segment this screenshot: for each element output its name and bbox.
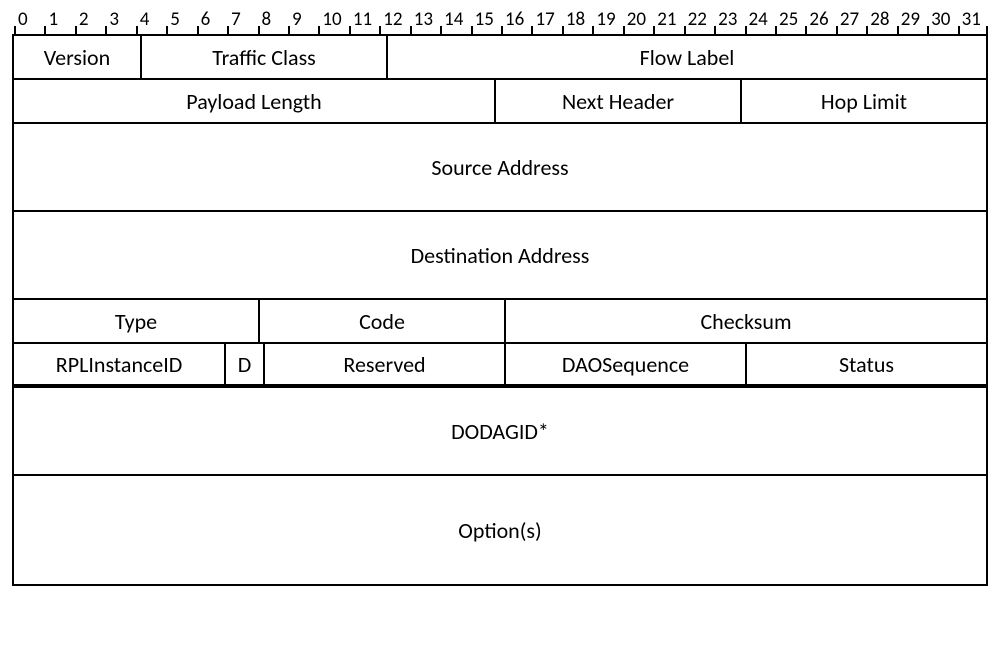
field-rpl-instance-id: RPLInstanceID [14, 344, 226, 384]
bit-label: 10 [318, 8, 348, 34]
bit-label: 2 [75, 8, 105, 34]
field-destination-address: Destination Address [14, 212, 986, 298]
field-d-flag: D [226, 344, 265, 384]
bit-label: 20 [623, 8, 653, 34]
bit-label: 18 [562, 8, 592, 34]
bit-label: 26 [805, 8, 835, 34]
packet-body: Version Traffic Class Flow Label Payload… [12, 34, 988, 586]
field-next-header: Next Header [496, 80, 742, 122]
bit-label: 31 [958, 8, 988, 34]
field-hop-limit: Hop Limit [742, 80, 986, 122]
row-source-address: Source Address [14, 124, 986, 212]
bit-label: 29 [897, 8, 927, 34]
field-flow-label: Flow Label [388, 36, 986, 78]
bit-label: 3 [105, 8, 135, 34]
bit-label: 5 [166, 8, 196, 34]
field-reserved: Reserved [265, 344, 506, 384]
bit-label: 12 [379, 8, 409, 34]
bit-label: 15 [471, 8, 501, 34]
row-ipv6-line2: Payload Length Next Header Hop Limit [14, 80, 986, 124]
bit-label: 25 [775, 8, 805, 34]
field-type: Type [14, 300, 260, 342]
bit-ruler: 0 1 2 3 4 5 6 7 8 9 10 11 12 13 14 15 16… [12, 8, 988, 34]
field-version: Version [14, 36, 142, 78]
packet-diagram: 0 1 2 3 4 5 6 7 8 9 10 11 12 13 14 15 16… [12, 8, 988, 586]
field-options: Option(s) [14, 476, 986, 584]
bit-label: 30 [927, 8, 957, 34]
bit-label: 8 [258, 8, 288, 34]
field-payload-length: Payload Length [14, 80, 496, 122]
field-traffic-class: Traffic Class [142, 36, 388, 78]
field-source-address: Source Address [14, 124, 986, 210]
bit-label: 21 [653, 8, 683, 34]
row-destination-address: Destination Address [14, 212, 986, 300]
bit-label: 22 [684, 8, 714, 34]
bit-label: 28 [866, 8, 896, 34]
bit-label: 4 [136, 8, 166, 34]
bit-label: 9 [288, 8, 318, 34]
bit-label: 24 [745, 8, 775, 34]
field-dao-sequence: DAOSequence [506, 344, 747, 384]
row-dodagid: DODAGID* [14, 388, 986, 476]
bit-label: 16 [501, 8, 531, 34]
bit-label: 11 [349, 8, 379, 34]
bit-label: 23 [714, 8, 744, 34]
bit-label: 1 [44, 8, 74, 34]
bit-label: 0 [14, 8, 44, 34]
field-code: Code [260, 300, 506, 342]
row-icmp: Type Code Checksum [14, 300, 986, 344]
row-ipv6-line1: Version Traffic Class Flow Label [14, 36, 986, 80]
field-dodagid: DODAGID* [14, 388, 986, 474]
bit-label: 7 [227, 8, 257, 34]
field-status: Status [747, 344, 986, 384]
bit-label: 14 [440, 8, 470, 34]
row-options: Option(s) [14, 476, 986, 584]
field-checksum: Checksum [506, 300, 986, 342]
bit-label: 19 [592, 8, 622, 34]
bit-label: 27 [836, 8, 866, 34]
bit-label: 13 [410, 8, 440, 34]
row-rpl: RPLInstanceID D Reserved DAOSequence Sta… [14, 344, 986, 388]
bit-label: 17 [531, 8, 561, 34]
bit-label: 6 [197, 8, 227, 34]
